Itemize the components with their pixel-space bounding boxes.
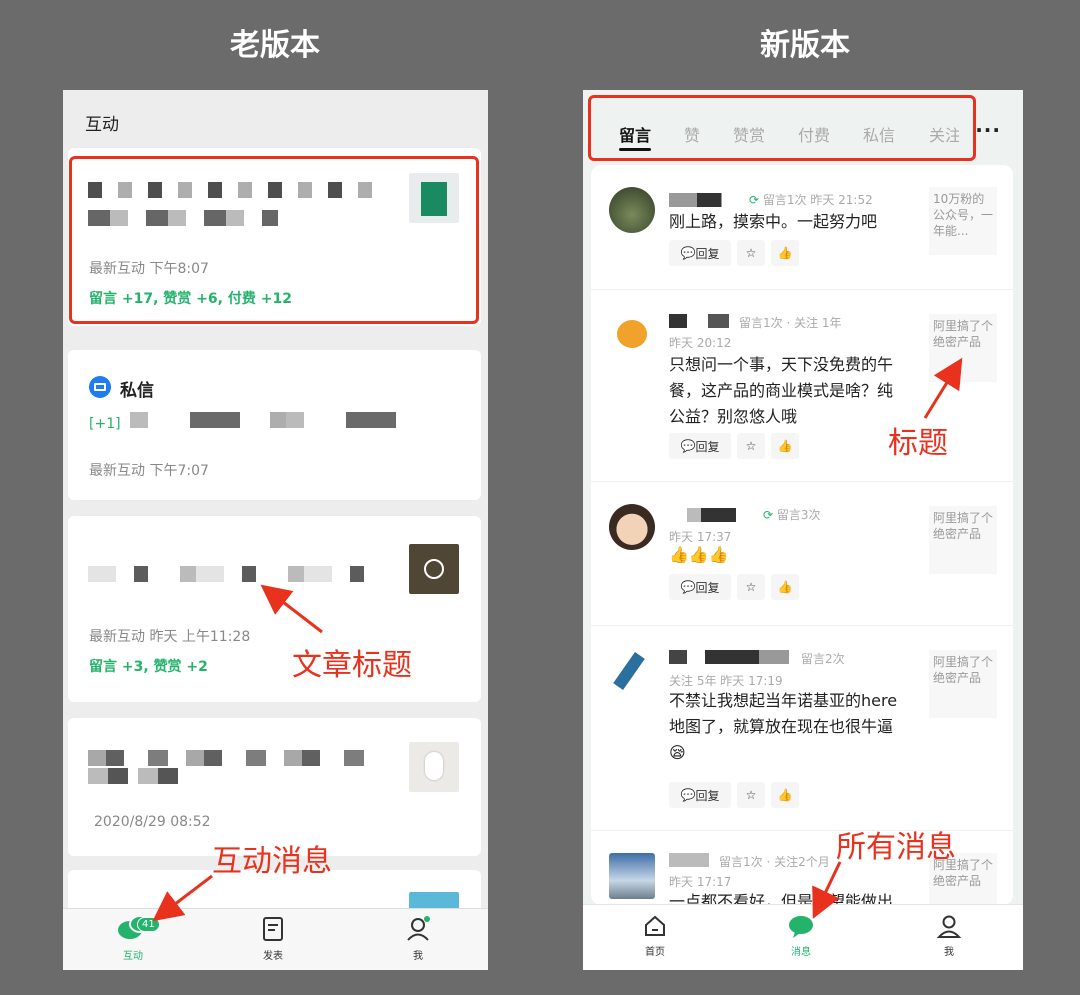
annotation-arrows [152,357,963,922]
